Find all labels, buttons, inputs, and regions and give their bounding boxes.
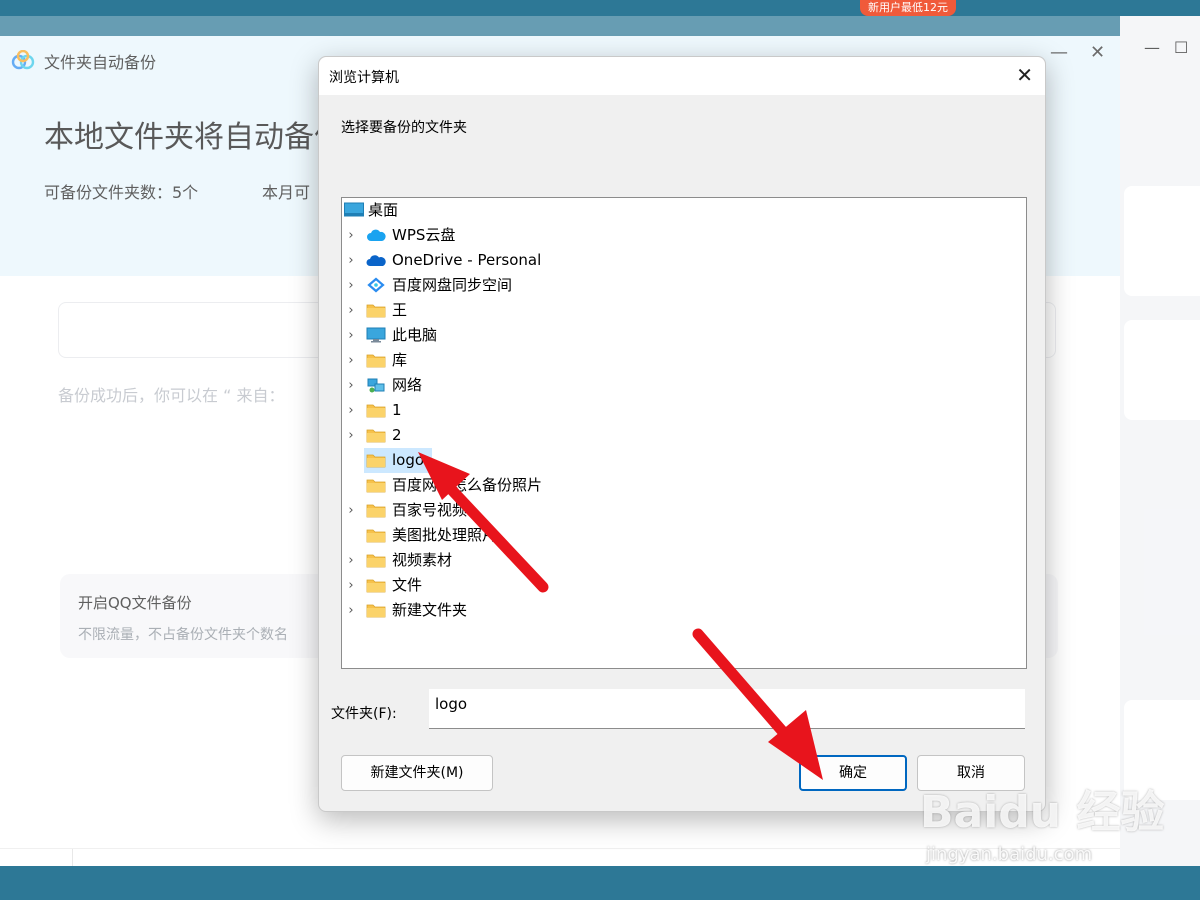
- tree-item-label: 百度网盘怎么备份照片: [392, 476, 543, 494]
- baidu-jingyan-watermark: Baidu 经验 jingyan.baidu.com: [920, 776, 1164, 876]
- chevron-right-icon[interactable]: ›: [344, 498, 358, 523]
- chevron-right-icon[interactable]: ›: [344, 273, 358, 298]
- chevron-right-icon[interactable]: ›: [344, 423, 358, 448]
- tree-item[interactable]: › 视频素材: [342, 548, 1026, 573]
- tree-item-label: 桌面: [368, 201, 399, 219]
- tree-item[interactable]: › 文件: [342, 573, 1026, 598]
- chevron-right-icon[interactable]: ›: [344, 298, 358, 323]
- tree-item[interactable]: › WPS云盘: [342, 223, 1026, 248]
- tree-item[interactable]: › 新建文件夹: [342, 598, 1026, 623]
- chevron-right-icon[interactable]: ›: [344, 548, 358, 573]
- tree-item-label: WPS云盘: [392, 226, 456, 244]
- tree-item[interactable]: › 网络: [342, 373, 1026, 398]
- tree-item[interactable]: › 王: [342, 298, 1026, 323]
- tree-item-label: 网络: [392, 376, 423, 394]
- tree-item-label: 王: [392, 301, 408, 319]
- chevron-right-icon[interactable]: ›: [344, 248, 358, 273]
- chevron-right-icon[interactable]: ›: [344, 598, 358, 623]
- tree-item[interactable]: 百度网盘怎么备份照片: [342, 473, 1026, 498]
- tree-item[interactable]: › 此电脑: [342, 323, 1026, 348]
- chevron-right-icon[interactable]: ›: [344, 323, 358, 348]
- dialog-title: 浏览计算机: [329, 70, 399, 86]
- watermark-url: jingyan.baidu.com: [926, 844, 1093, 865]
- tree-item[interactable]: › 百家号视频: [342, 498, 1026, 523]
- tree-item-label: 百家号视频: [392, 501, 468, 519]
- tree-item-label: 2: [392, 426, 402, 444]
- onedrive-icon: [366, 255, 386, 266]
- tree-item-label: 此电脑: [392, 326, 438, 344]
- folder-tree[interactable]: 桌面 › WPS云盘 › OneDrive - Personal › 百度网盘同步空间 › 王…: [341, 197, 1027, 669]
- computer-icon: [366, 327, 386, 343]
- folder-icon: [366, 604, 386, 618]
- tree-item-label: logo: [392, 451, 425, 469]
- desktop-icon: [344, 202, 364, 217]
- tree-item[interactable]: 美图批处理照片: [342, 523, 1026, 548]
- chevron-right-icon[interactable]: ›: [344, 348, 358, 373]
- tree-item[interactable]: › OneDrive - Personal: [342, 248, 1026, 273]
- folder-icon: [366, 579, 386, 593]
- folder-icon: [366, 304, 386, 318]
- tree-item[interactable]: › 1: [342, 398, 1026, 423]
- tree-item-label: 新建文件夹: [392, 601, 468, 619]
- folder-icon: [366, 554, 386, 568]
- tree-item[interactable]: › 库: [342, 348, 1026, 373]
- folder-icon: [366, 529, 386, 543]
- taskbar-top-strip: 新用户最低12元: [0, 0, 1200, 16]
- new-folder-button[interactable]: 新建文件夹(M): [341, 755, 493, 791]
- dialog-instruction: 选择要备份的文件夹: [341, 120, 467, 136]
- tree-item-label: 1: [392, 401, 402, 419]
- dialog-close-icon[interactable]: ✕: [1016, 63, 1033, 87]
- folder-icon: [366, 429, 386, 443]
- tree-item-label: OneDrive - Personal: [392, 251, 542, 269]
- folder-icon: [366, 454, 386, 468]
- folder-icon: [366, 504, 386, 518]
- folder-name-input[interactable]: logo: [429, 689, 1025, 729]
- folder-icon: [366, 354, 386, 368]
- tree-item[interactable]: › 百度网盘同步空间: [342, 273, 1026, 298]
- tree-item-label: 美图批处理照片: [392, 526, 498, 544]
- tree-item[interactable]: › 2: [342, 423, 1026, 448]
- folder-icon: [366, 479, 386, 493]
- cloud-blue-icon: [367, 229, 386, 241]
- tree-item-label: 百度网盘同步空间: [392, 276, 513, 294]
- browse-folder-dialog: 浏览计算机 ✕ 选择要备份的文件夹 桌面 › WPS云盘 › OneDrive - P…: [318, 56, 1046, 812]
- tree-item-label: 视频素材: [392, 551, 453, 569]
- network-icon: [367, 378, 385, 393]
- chevron-right-icon[interactable]: ›: [344, 223, 358, 248]
- chevron-right-icon[interactable]: ›: [344, 398, 358, 423]
- dialog-titlebar: 浏览计算机 ✕: [319, 57, 1045, 95]
- chevron-right-icon[interactable]: ›: [344, 373, 358, 398]
- folder-field-label: 文件夹(F):: [331, 706, 397, 722]
- tree-item-label: 文件: [392, 576, 423, 594]
- folder-icon: [366, 404, 386, 418]
- tree-item-label: 库: [392, 351, 408, 369]
- watermark-brand: Baidu 经验: [920, 787, 1165, 838]
- ok-button[interactable]: 确定: [799, 755, 907, 791]
- chevron-right-icon[interactable]: ›: [344, 573, 358, 598]
- promo-badge[interactable]: 新用户最低12元: [860, 0, 956, 16]
- baidu-sync-icon: [367, 277, 385, 293]
- tree-item[interactable]: logo: [342, 448, 1026, 473]
- tree-item-desktop[interactable]: 桌面: [342, 198, 1026, 223]
